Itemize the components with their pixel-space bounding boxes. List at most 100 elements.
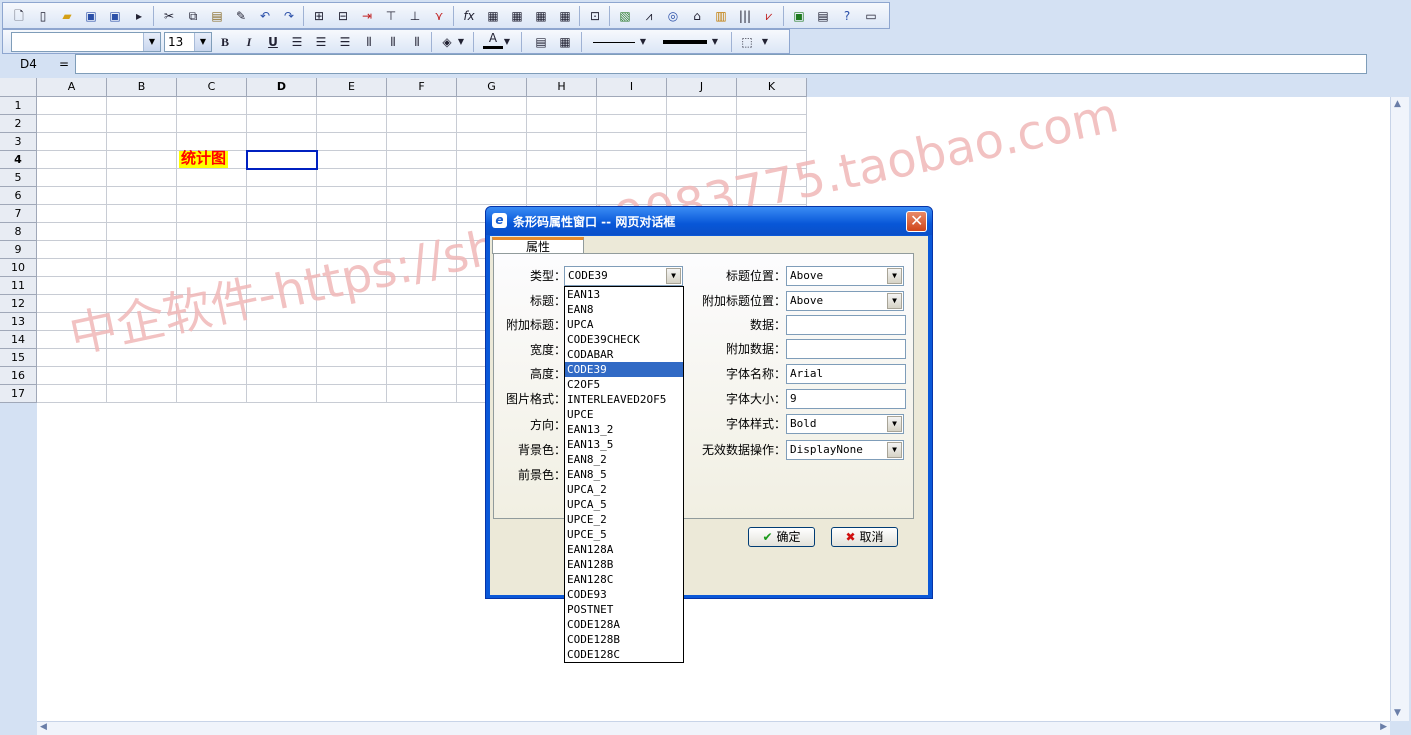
align-right-icon[interactable]: ☰ [335, 32, 355, 52]
type-option[interactable]: UPCE_5 [565, 527, 683, 542]
chevron-down-icon[interactable]: ▼ [887, 442, 902, 458]
grid-cell[interactable] [317, 205, 387, 223]
grid-cell[interactable] [177, 385, 247, 403]
chevron-down-icon[interactable]: ▼ [455, 32, 467, 52]
grid-cell[interactable] [107, 133, 177, 151]
grid-cell[interactable] [247, 169, 317, 187]
grid-cell[interactable] [177, 169, 247, 187]
grid-cell[interactable] [597, 187, 667, 205]
grid-cell[interactable] [37, 205, 107, 223]
grid-cell[interactable] [387, 331, 457, 349]
text-color-button[interactable]: A [483, 30, 503, 49]
row-header[interactable]: 4 [0, 151, 37, 169]
grid-cell[interactable] [177, 223, 247, 241]
grid-cell[interactable] [37, 115, 107, 133]
grid-cell[interactable] [177, 313, 247, 331]
chevron-down-icon[interactable]: ▼ [666, 268, 681, 284]
type-option[interactable]: CODE128A [565, 617, 683, 632]
scroll-right-icon[interactable]: ▶ [1380, 722, 1387, 732]
grid-cell[interactable] [737, 151, 807, 169]
grid-cell[interactable] [177, 241, 247, 259]
row-header[interactable]: 12 [0, 295, 37, 313]
insert-column-icon[interactable]: ⊟ [333, 6, 353, 26]
align-left-icon[interactable]: ☰ [287, 32, 307, 52]
grid-cell[interactable] [177, 277, 247, 295]
grid-cell[interactable] [527, 151, 597, 169]
grid-cell[interactable] [457, 115, 527, 133]
type-option[interactable]: CODE128C [565, 647, 683, 662]
font-name-input[interactable]: Arial [786, 364, 906, 384]
grid-cell[interactable] [527, 115, 597, 133]
chevron-down-icon[interactable]: ▼ [194, 33, 211, 51]
grid-cell[interactable] [107, 241, 177, 259]
column-header[interactable]: I [597, 78, 667, 97]
type-option[interactable]: EAN128C [565, 572, 683, 587]
grid-cell[interactable] [37, 223, 107, 241]
invalid-action-select[interactable]: DisplayNone ▼ [786, 440, 904, 460]
grid-cell[interactable] [177, 295, 247, 313]
font-name-select[interactable]: ▼ [11, 32, 161, 52]
type-option[interactable]: C2OF5 [565, 377, 683, 392]
grid-cell[interactable] [37, 97, 107, 115]
grid-cell[interactable] [667, 115, 737, 133]
font-style-select[interactable]: Bold ▼ [786, 414, 904, 434]
cut-icon[interactable]: ✂ [159, 6, 179, 26]
map-icon[interactable]: ◎ [663, 6, 683, 26]
grid-cell[interactable] [177, 331, 247, 349]
type-option[interactable]: CODE39 [565, 362, 683, 377]
grid-cell[interactable] [247, 331, 317, 349]
grid-cell[interactable] [37, 349, 107, 367]
grid-cell[interactable] [667, 133, 737, 151]
grid-cell[interactable] [457, 151, 527, 169]
subtitle-position-select[interactable]: Above ▼ [786, 291, 904, 311]
grid-cell[interactable] [737, 97, 807, 115]
chevron-down-icon[interactable]: ▼ [887, 268, 902, 284]
grid-cell[interactable] [37, 241, 107, 259]
row-header[interactable]: 11 [0, 277, 37, 295]
chevron-down-icon[interactable]: ▼ [709, 32, 721, 52]
grid-cell[interactable] [37, 169, 107, 187]
filter-icon[interactable]: ⋎ [429, 6, 449, 26]
column-header[interactable]: K [737, 78, 807, 97]
paste-icon[interactable]: ▤ [207, 6, 227, 26]
grid-cell[interactable] [527, 187, 597, 205]
grid-cell[interactable] [387, 187, 457, 205]
grid-cell[interactable] [387, 205, 457, 223]
grid-cell[interactable] [387, 367, 457, 385]
function-icon[interactable]: fx [459, 6, 479, 26]
grid-cell[interactable] [247, 187, 317, 205]
grid-cell[interactable] [527, 133, 597, 151]
grid-cell[interactable] [317, 115, 387, 133]
help-icon[interactable]: ? [837, 6, 857, 26]
type-option[interactable]: EAN128B [565, 557, 683, 572]
grid-cell[interactable] [317, 277, 387, 295]
type-option[interactable]: EAN128A [565, 542, 683, 557]
grid-cell[interactable] [37, 385, 107, 403]
corner-cell[interactable] [0, 78, 37, 97]
grid-cell[interactable] [597, 97, 667, 115]
column-header[interactable]: B [107, 78, 177, 97]
grid-cell[interactable] [247, 349, 317, 367]
type-option[interactable]: INTERLEAVED2OF5 [565, 392, 683, 407]
format-painter-icon[interactable]: ✎ [231, 6, 251, 26]
grid-cell[interactable] [37, 367, 107, 385]
save-icon[interactable]: ▣ [81, 6, 101, 26]
type-option[interactable]: EAN8 [565, 302, 683, 317]
grid-cell[interactable] [247, 205, 317, 223]
type-options-list[interactable]: EAN13 EAN8 UPCA CODE39CHECK CODABAR CODE39 C2O… [564, 286, 684, 663]
insert-row-icon[interactable]: ⊞ [309, 6, 329, 26]
grid-cell[interactable] [317, 367, 387, 385]
column-header[interactable]: F [387, 78, 457, 97]
grid-cell[interactable] [317, 187, 387, 205]
grid-cell[interactable] [387, 115, 457, 133]
chevron-down-icon[interactable]: ▼ [759, 32, 771, 52]
grid-cell[interactable] [737, 187, 807, 205]
grid-cell[interactable] [37, 259, 107, 277]
grid-cell[interactable] [107, 277, 177, 295]
row-header[interactable]: 9 [0, 241, 37, 259]
grid-cell[interactable] [317, 349, 387, 367]
font-size-select[interactable]: 13 ▼ [164, 32, 212, 52]
grid-cell[interactable] [737, 169, 807, 187]
grid-cell[interactable] [177, 205, 247, 223]
grid-cell[interactable] [247, 133, 317, 151]
